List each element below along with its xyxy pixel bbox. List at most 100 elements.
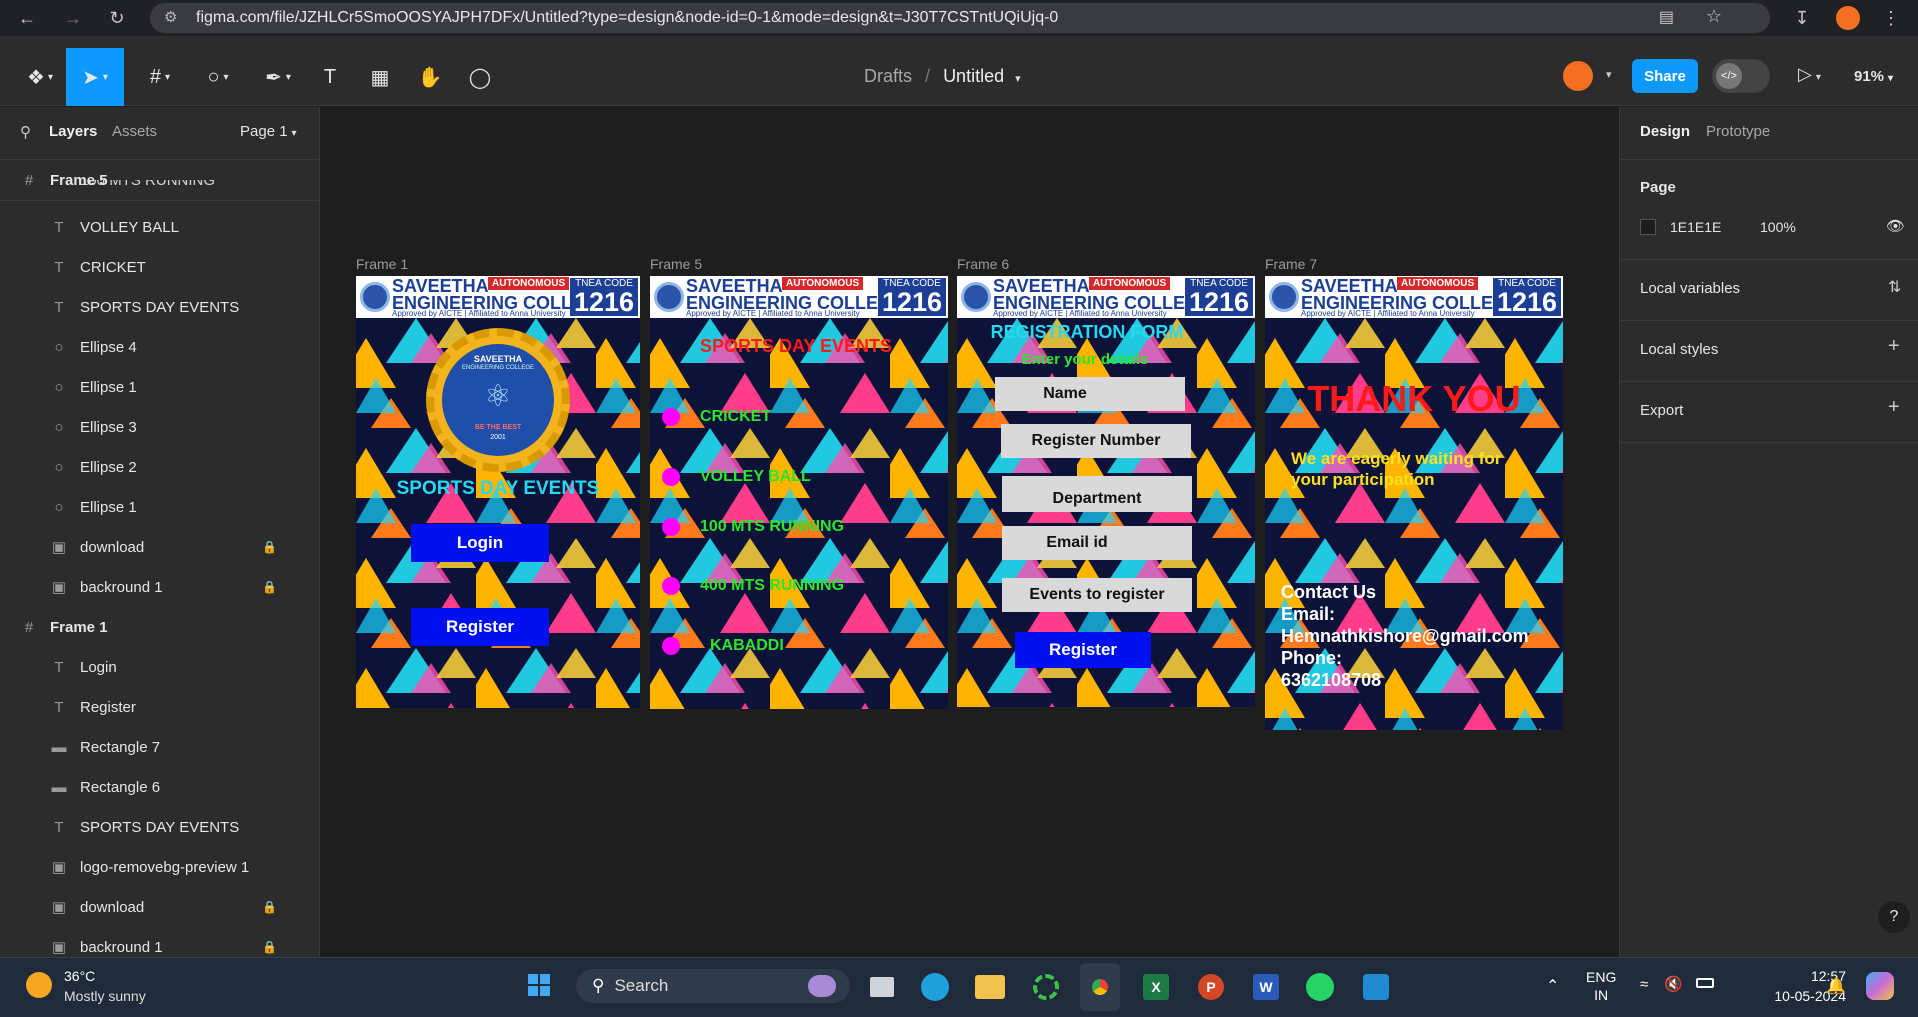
- move-tool-icon[interactable]: ➤ ▾: [66, 48, 124, 106]
- wifi-icon[interactable]: ≈: [1640, 976, 1648, 993]
- lock-icon[interactable]: 🔒: [262, 900, 277, 914]
- department-field[interactable]: Department: [1002, 476, 1192, 512]
- file-explorer-icon[interactable]: [970, 963, 1010, 1011]
- back-icon[interactable]: ←: [16, 7, 38, 29]
- layer-ellipse[interactable]: ○ Ellipse 3: [0, 407, 319, 447]
- site-settings-icon[interactable]: ⚙: [164, 8, 177, 26]
- download-icon[interactable]: ↧: [1791, 7, 1813, 29]
- layer-image[interactable]: ▣ download 🔒: [0, 527, 319, 567]
- frame-1[interactable]: SAVEETHA ENGINEERING COLLEGE Approved by …: [356, 276, 640, 708]
- word-icon[interactable]: W: [1246, 963, 1286, 1011]
- frame-6-label[interactable]: Frame 6: [957, 256, 1009, 272]
- dev-mode-toggle[interactable]: </>: [1712, 59, 1770, 93]
- refresh-app-icon[interactable]: [1026, 963, 1066, 1011]
- local-styles-label[interactable]: Local styles: [1640, 341, 1718, 358]
- frame-1-label[interactable]: Frame 1: [356, 256, 408, 272]
- layer-ellipse[interactable]: ○ Ellipse 1: [0, 487, 319, 527]
- register-button[interactable]: Register: [411, 608, 549, 646]
- lock-icon[interactable]: 🔒: [262, 540, 277, 554]
- local-variables-label[interactable]: Local variables: [1640, 280, 1740, 297]
- name-field[interactable]: Name: [995, 377, 1185, 411]
- layer-image[interactable]: ▣ backround 1 🔒: [0, 567, 319, 607]
- collaborator-avatar[interactable]: [1563, 61, 1593, 91]
- weather-desc[interactable]: Mostly sunny: [64, 988, 146, 1004]
- tab-assets[interactable]: Assets: [112, 123, 157, 140]
- register-button[interactable]: Register: [1015, 632, 1151, 668]
- lock-icon[interactable]: 🔒: [262, 940, 277, 954]
- share-button[interactable]: Share: [1632, 59, 1698, 93]
- profile-avatar[interactable]: [1836, 6, 1860, 30]
- windows-start-icon[interactable]: [528, 974, 550, 996]
- battery-icon[interactable]: [1696, 978, 1714, 988]
- chevron-down-icon[interactable]: ▾: [1015, 73, 1021, 85]
- layer-ellipse[interactable]: ○ Ellipse 2: [0, 447, 319, 487]
- page-opacity-value[interactable]: 100%: [1760, 219, 1796, 235]
- page-color-swatch[interactable]: [1640, 219, 1656, 235]
- layer-text[interactable]: T VOLLEY BALL: [0, 207, 319, 247]
- breadcrumb-drafts[interactable]: Drafts: [864, 66, 912, 86]
- layer-image[interactable]: ▣ download 🔒: [0, 887, 319, 927]
- search-icon[interactable]: ⚲: [20, 123, 31, 141]
- page-color-value[interactable]: 1E1E1E: [1670, 219, 1721, 235]
- volume-muted-icon[interactable]: 🔇: [1664, 975, 1683, 993]
- notification-bell-icon[interactable]: 🔔: [1826, 976, 1846, 996]
- layer-frame-1[interactable]: # Frame 1: [0, 607, 319, 647]
- resources-tool-icon[interactable]: ▦: [358, 48, 402, 106]
- weather-sun-icon[interactable]: [26, 972, 52, 998]
- layer-rect[interactable]: ▬ Rectangle 6: [0, 767, 319, 807]
- add-export-icon[interactable]: +: [1888, 396, 1900, 419]
- layer-image[interactable]: ▣ logo-removebg-preview 1: [0, 847, 319, 887]
- layer-text[interactable]: T Register: [0, 687, 319, 727]
- shape-tool-icon[interactable]: ○ ▾: [196, 48, 240, 106]
- lock-icon[interactable]: 🔒: [262, 580, 277, 594]
- login-button[interactable]: Login: [411, 524, 549, 562]
- variables-settings-icon[interactable]: ⇅: [1888, 277, 1901, 297]
- layer-text[interactable]: T CRICKET: [0, 247, 319, 287]
- layer-text[interactable]: 100 MTS RUNNING: [0, 180, 319, 200]
- clipboard-icon[interactable]: ▤: [1659, 7, 1674, 27]
- frame-7-label[interactable]: Frame 7: [1265, 256, 1317, 272]
- powerpoint-icon[interactable]: P: [1191, 963, 1231, 1011]
- copilot-icon[interactable]: [1866, 972, 1894, 1000]
- text-tool-icon[interactable]: T: [308, 48, 352, 106]
- whatsapp-icon[interactable]: [1300, 963, 1340, 1011]
- add-style-icon[interactable]: +: [1888, 335, 1900, 358]
- register-number-field[interactable]: Register Number: [1001, 424, 1191, 458]
- pen-tool-icon[interactable]: ✒ ▾: [256, 48, 300, 106]
- help-button[interactable]: ?: [1878, 901, 1910, 933]
- reload-icon[interactable]: ↻: [106, 7, 128, 29]
- page-selector[interactable]: Page 1 ▾: [240, 123, 297, 140]
- browser-menu-icon[interactable]: ⋮: [1880, 7, 1902, 29]
- layer-rect[interactable]: ▬ Rectangle 7: [0, 727, 319, 767]
- layer-text[interactable]: T SPORTS DAY EVENTS: [0, 287, 319, 327]
- zoom-level[interactable]: 91% ▾: [1854, 68, 1893, 85]
- bookmark-star-icon[interactable]: ☆: [1706, 6, 1722, 27]
- hand-tool-icon[interactable]: ✋: [408, 48, 452, 106]
- weather-temp[interactable]: 36°C: [64, 968, 95, 984]
- frame-tool-icon[interactable]: # ▾: [138, 48, 182, 106]
- file-name[interactable]: Untitled: [943, 66, 1004, 86]
- export-label[interactable]: Export: [1640, 402, 1683, 419]
- layer-text[interactable]: T Login: [0, 647, 319, 687]
- email-field[interactable]: Email id: [1002, 526, 1192, 560]
- vscode-icon[interactable]: [1356, 963, 1396, 1011]
- chrome-icon[interactable]: [1080, 963, 1120, 1011]
- events-field[interactable]: Events to register: [1002, 578, 1192, 612]
- chevron-down-icon[interactable]: ▾: [1606, 68, 1612, 81]
- frame-5[interactable]: SAVEETHA ENGINEERING COLLEGE Approved by …: [650, 276, 948, 709]
- comment-tool-icon[interactable]: ◯: [458, 48, 502, 106]
- eye-icon[interactable]: 👁: [1886, 217, 1905, 235]
- tab-prototype[interactable]: Prototype: [1706, 123, 1770, 140]
- layer-image[interactable]: ▣ backround 1 🔒: [0, 927, 319, 957]
- language-indicator[interactable]: ENG IN: [1586, 968, 1616, 1004]
- address-bar[interactable]: ⚙ figma.com/file/JZHLCr5SmoOOSYAJPH7DFx/…: [150, 3, 1770, 33]
- layer-text[interactable]: T SPORTS DAY EVENTS: [0, 807, 319, 847]
- present-icon[interactable]: ▷ ▾: [1798, 64, 1821, 85]
- frame-7[interactable]: SAVEETHA ENGINEERING COLLEGE Approved by …: [1265, 276, 1563, 730]
- tab-design[interactable]: Design: [1640, 123, 1690, 140]
- tab-layers[interactable]: Layers: [49, 123, 97, 140]
- task-view-icon[interactable]: [862, 963, 902, 1011]
- layer-ellipse[interactable]: ○ Ellipse 1: [0, 367, 319, 407]
- frame-5-label[interactable]: Frame 5: [650, 256, 702, 272]
- layer-ellipse[interactable]: ○ Ellipse 4: [0, 327, 319, 367]
